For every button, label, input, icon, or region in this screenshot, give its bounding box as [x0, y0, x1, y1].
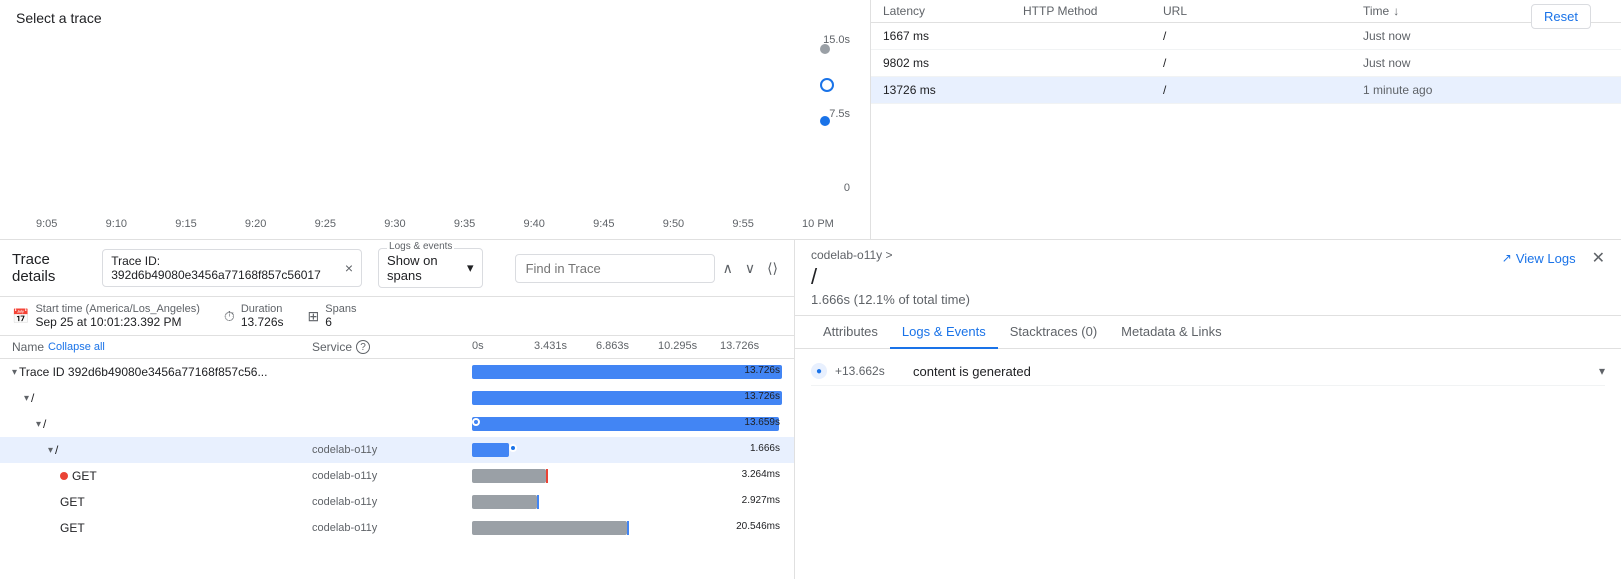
trace-id-box: Trace ID: 392d6b49080e3456a77168f857c560… [102, 249, 362, 287]
external-link-icon: ↗ [1502, 251, 1512, 265]
error-indicator [60, 472, 68, 480]
detail-content: ● +13.662s content is generated ▾ [795, 349, 1621, 579]
span-timeline: 2.927ms [472, 493, 782, 511]
span-timeline: 1.666s [472, 441, 782, 459]
trace-details-title: Trace details [12, 251, 86, 285]
logs-events-value: Show on spans [387, 253, 463, 283]
dropdown-icon: ▾ [467, 260, 474, 276]
span-timeline: 20.546ms [472, 519, 782, 537]
event-content: content is generated [913, 364, 1591, 379]
span-timeline: 13.726s [472, 389, 782, 407]
span-name: ▾ / [12, 417, 312, 431]
span-service: codelab-o11y [312, 470, 472, 482]
detail-header: codelab-o11y > / 1.666s (12.1% of total … [795, 240, 1621, 316]
table-row[interactable]: 1667 ms / Just now [871, 23, 1621, 50]
span-row[interactable]: GET codelab-o11y 20.546ms [0, 515, 794, 541]
table-header: Latency HTTP Method URL Time ↓ [871, 0, 1621, 23]
span-row[interactable]: ▾ / codelab-o11y 1.666s [0, 437, 794, 463]
span-service: codelab-o11y [312, 522, 472, 534]
chevron-icon[interactable]: ▾ [48, 445, 53, 456]
logs-events-select[interactable]: Show on spans ▾ [387, 249, 474, 287]
select-trace-title: Select a trace [16, 10, 854, 26]
service-info-icon[interactable]: ? [356, 340, 370, 354]
tab-stacktraces[interactable]: Stacktraces (0) [998, 316, 1109, 349]
detail-tabs: Attributes Logs & Events Stacktraces (0)… [795, 316, 1621, 349]
chevron-icon[interactable]: ▾ [24, 393, 29, 404]
col-header-latency: Latency [883, 4, 1023, 18]
span-name: GET [12, 521, 312, 535]
span-row[interactable]: ▾ / 13.659s [0, 411, 794, 437]
span-row[interactable]: ▾ Trace ID 392d6b49080e3456a77168f857c56… [0, 359, 794, 385]
chart-dot-3[interactable] [820, 116, 830, 126]
sort-icon: ↓ [1393, 4, 1399, 18]
detail-url: / [811, 264, 970, 290]
span-timeline: 13.659s [472, 415, 782, 433]
trace-panel: Trace details Trace ID: 392d6b49080e3456… [0, 240, 795, 579]
tab-logs-events[interactable]: Logs & Events [890, 316, 998, 349]
col-name-header: Name Collapse all [12, 340, 312, 354]
tab-attributes[interactable]: Attributes [811, 316, 890, 349]
detail-panel: codelab-o11y > / 1.666s (12.1% of total … [795, 240, 1621, 579]
col-header-method: HTTP Method [1023, 4, 1163, 18]
span-service: codelab-o11y [312, 444, 472, 456]
nav-up-button[interactable]: ∧ [719, 256, 737, 281]
span-timeline: 13.726s [472, 363, 782, 381]
trace-id-text: Trace ID: 392d6b49080e3456a77168f857c560… [111, 254, 337, 282]
span-row[interactable]: ▾ / 13.726s [0, 385, 794, 411]
event-icon: ● [811, 363, 827, 379]
span-timeline: 3.264ms [472, 467, 782, 485]
span-row[interactable]: GET codelab-o11y 2.927ms [0, 489, 794, 515]
trace-id-close[interactable]: × [345, 260, 353, 276]
x-axis: 9:05 9:10 9:15 9:20 9:25 9:30 9:35 9:40 … [16, 218, 854, 230]
event-expand-button[interactable]: ▾ [1599, 364, 1605, 378]
collapse-all-button[interactable]: Collapse all [48, 341, 105, 353]
chart-dot-2[interactable] [820, 78, 834, 92]
trace-meta: 📅 Start time (America/Los_Angeles) Sep 2… [0, 297, 794, 336]
span-name: GET [12, 495, 312, 509]
find-in-trace-input[interactable] [515, 254, 715, 283]
meta-duration: ⏱ Duration 13.726s [224, 303, 284, 329]
span-name: ▾ / [12, 443, 312, 457]
table-row[interactable]: 9802 ms / Just now [871, 50, 1621, 77]
nav-expand-button[interactable]: ⟨⟩ [763, 256, 782, 281]
chevron-icon[interactable]: ▾ [12, 367, 17, 378]
spans-icon: ⊞ [308, 308, 320, 325]
detail-service: codelab-o11y > [811, 248, 970, 262]
logs-events-group: Logs & events Show on spans ▾ [378, 248, 483, 288]
span-name: ▾ Trace ID 392d6b49080e3456a77168f857c56… [12, 365, 312, 379]
col-timeline-header: 0s 3.431s 6.863s 10.295s 13.726s [472, 340, 782, 354]
chart-dot-1[interactable] [820, 44, 830, 54]
nav-down-button[interactable]: ∨ [741, 256, 759, 281]
span-name: GET [12, 469, 312, 483]
event-time: +13.662s [835, 364, 905, 378]
view-logs-button[interactable]: ↗ View Logs [1502, 251, 1576, 266]
detail-close-button[interactable]: ✕ [1592, 248, 1605, 268]
reset-button[interactable]: Reset [1531, 4, 1591, 29]
chevron-icon[interactable]: ▾ [36, 419, 41, 430]
tab-metadata-links[interactable]: Metadata & Links [1109, 316, 1233, 349]
table-row[interactable]: 13726 ms / 1 minute ago [871, 77, 1621, 104]
col-header-url: URL [1163, 4, 1363, 18]
chart-dots [820, 44, 834, 126]
trace-header: Trace details Trace ID: 392d6b49080e3456… [0, 240, 794, 297]
logs-events-label: Logs & events [387, 241, 454, 252]
meta-spans: ⊞ Spans 6 [308, 303, 357, 329]
detail-duration: 1.666s (12.1% of total time) [811, 292, 970, 307]
trace-table: Reset Latency HTTP Method URL Time ↓ 166… [870, 0, 1621, 239]
clock-icon: ⏱ [224, 308, 235, 325]
spans-list: ▾ Trace ID 392d6b49080e3456a77168f857c56… [0, 359, 794, 579]
spans-columns-header: Name Collapse all Service ? 0s 3.431s 6.… [0, 336, 794, 359]
calendar-icon: 📅 [12, 308, 29, 325]
meta-start-time: 📅 Start time (America/Los_Angeles) Sep 2… [12, 303, 200, 329]
span-name: ▾ / [12, 391, 312, 405]
event-row: ● +13.662s content is generated ▾ [811, 357, 1605, 386]
span-service: codelab-o11y [312, 496, 472, 508]
col-service-header: Service ? [312, 340, 472, 354]
span-row[interactable]: GET codelab-o11y 3.264ms [0, 463, 794, 489]
find-in-trace-container: ∧ ∨ ⟨⟩ [515, 254, 782, 283]
